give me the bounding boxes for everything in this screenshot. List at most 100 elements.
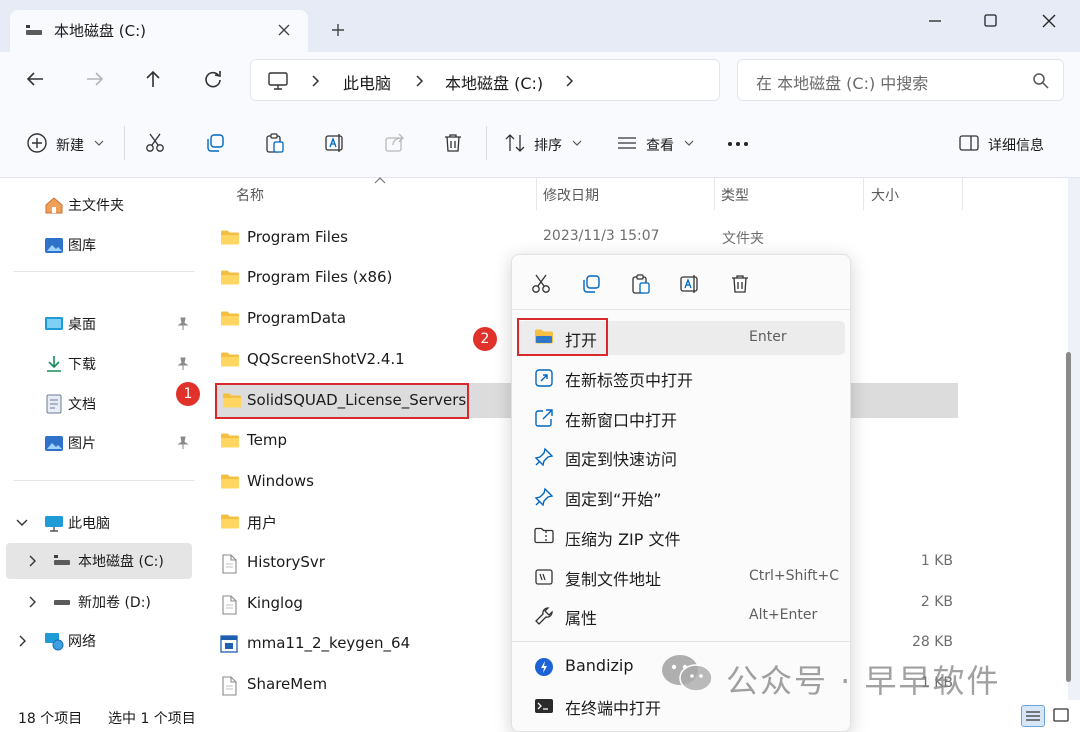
details-pane-button[interactable]: 详细信息 xyxy=(958,108,1058,178)
search-input[interactable]: 在 本地磁盘 (C:) 中搜索 xyxy=(737,59,1064,101)
menu-item-label: 属性 xyxy=(565,609,598,628)
sidebar-item-label: 主文件夹 xyxy=(68,198,124,214)
sidebar-item-this-pc[interactable]: 此电脑 xyxy=(0,505,198,541)
breadcrumb-local-disk[interactable]: 本地磁盘 (C:) xyxy=(445,70,543,94)
sidebar-divider xyxy=(14,271,194,272)
sort-button[interactable]: 排序 xyxy=(504,108,584,178)
sidebar-item-label: 此电脑 xyxy=(68,516,110,532)
drive-icon xyxy=(52,593,72,611)
column-header-size[interactable]: 大小 xyxy=(871,185,899,205)
menu-item-pin-start[interactable]: 固定到“开始” xyxy=(518,480,845,514)
copy-icon[interactable] xyxy=(204,132,226,154)
refresh-icon[interactable] xyxy=(202,68,224,90)
column-header-name[interactable]: 名称 xyxy=(236,185,264,205)
delete-icon[interactable] xyxy=(729,273,751,295)
share-icon[interactable] xyxy=(384,132,406,154)
chevron-right-icon[interactable] xyxy=(311,74,321,88)
copy-icon[interactable] xyxy=(580,273,602,295)
sidebar-item-network[interactable]: 网络 xyxy=(0,623,198,659)
new-label: 新建 xyxy=(56,138,84,154)
rename-icon[interactable] xyxy=(679,273,701,295)
download-icon xyxy=(44,354,64,374)
new-tab-icon[interactable] xyxy=(330,22,346,38)
sidebar-item-desktop[interactable]: 桌面 xyxy=(0,306,198,342)
new-button[interactable]: 新建 xyxy=(26,108,116,178)
back-arrow-icon[interactable] xyxy=(24,68,46,90)
table-row[interactable]: Program Files 2023/11/3 15:07 文件夹 xyxy=(216,219,958,257)
menu-item-label: 复制文件地址 xyxy=(565,570,662,589)
sidebar-item-local-disk[interactable]: 本地磁盘 (C:) xyxy=(6,543,192,579)
sidebar-item-documents[interactable]: 文档 xyxy=(0,386,198,422)
folder-icon xyxy=(220,310,240,327)
close-window-icon[interactable] xyxy=(1038,10,1060,32)
column-divider[interactable] xyxy=(714,178,715,210)
delete-icon[interactable] xyxy=(442,132,464,154)
vertical-scrollbar[interactable] xyxy=(1066,352,1071,682)
sidebar-item-gallery[interactable]: 图库 xyxy=(0,227,198,263)
file-name: 用户 xyxy=(247,514,278,532)
view-button[interactable]: 查看 xyxy=(616,108,696,178)
folder-icon xyxy=(220,513,240,530)
paste-icon[interactable] xyxy=(264,132,286,154)
pin-icon[interactable] xyxy=(176,436,190,450)
tab-local-disk[interactable]: 本地磁盘 (C:) xyxy=(10,10,308,52)
address-bar[interactable]: 此电脑 本地磁盘 (C:) xyxy=(250,59,720,101)
column-divider[interactable] xyxy=(863,178,864,210)
sidebar-item-downloads[interactable]: 下载 xyxy=(0,346,198,382)
up-arrow-icon[interactable] xyxy=(142,68,164,90)
sidebar-item-new-volume[interactable]: 新加卷 (D:) xyxy=(0,584,198,620)
sidebar-item-pictures[interactable]: 图片 xyxy=(0,425,198,461)
computer-icon xyxy=(267,70,289,92)
sidebar-divider xyxy=(14,480,194,481)
drive-icon xyxy=(52,552,72,570)
close-tab-icon[interactable] xyxy=(276,22,292,38)
sidebar-item-label: 图库 xyxy=(68,238,96,254)
menu-item-copy-path[interactable]: 复制文件地址 Ctrl+Shift+C xyxy=(518,560,845,594)
file-name: HistorySvr xyxy=(247,553,325,571)
maximize-icon[interactable] xyxy=(980,10,1002,32)
menu-item-properties[interactable]: 属性 Alt+Enter xyxy=(518,599,845,633)
more-options-icon[interactable] xyxy=(726,132,750,154)
menu-item-pin-quick-access[interactable]: 固定到快速访问 xyxy=(518,440,845,474)
copy-path-icon xyxy=(534,567,554,587)
sidebar-item-label: 桌面 xyxy=(68,317,96,333)
breadcrumb-this-pc[interactable]: 此电脑 xyxy=(343,70,391,94)
tiles-view-icon[interactable] xyxy=(1050,705,1074,727)
chevron-right-icon[interactable] xyxy=(565,74,575,88)
cut-icon[interactable] xyxy=(144,132,166,154)
forward-arrow-icon[interactable] xyxy=(84,68,106,90)
sidebar-item-home[interactable]: 主文件夹 xyxy=(0,187,198,223)
chevron-right-icon[interactable] xyxy=(28,596,38,608)
rename-icon[interactable] xyxy=(324,132,346,154)
details-pane-icon xyxy=(958,132,980,154)
open-new-window-icon xyxy=(534,408,554,428)
chevron-right-icon[interactable] xyxy=(18,635,28,647)
chevron-down-icon[interactable] xyxy=(16,518,28,528)
menu-item-compress-zip[interactable]: 压缩为 ZIP 文件 xyxy=(518,520,845,554)
pin-icon xyxy=(534,487,554,507)
details-view-icon[interactable] xyxy=(1021,705,1045,727)
column-divider[interactable] xyxy=(962,178,963,210)
search-icon[interactable] xyxy=(1032,72,1050,90)
menu-shortcut: Enter xyxy=(749,329,787,345)
chevron-right-icon[interactable] xyxy=(415,74,425,88)
paste-icon[interactable] xyxy=(630,273,652,295)
file-icon xyxy=(220,676,238,696)
file-name: mma11_2_keygen_64 xyxy=(247,634,411,652)
pin-icon[interactable] xyxy=(176,317,190,331)
gallery-icon xyxy=(44,235,64,255)
zip-folder-icon xyxy=(534,527,554,545)
menu-item-open-new-window[interactable]: 在新窗口中打开 xyxy=(518,401,845,435)
chevron-right-icon[interactable] xyxy=(28,555,38,567)
folder-icon xyxy=(220,269,240,286)
column-divider[interactable] xyxy=(536,178,537,210)
column-header-type[interactable]: 类型 xyxy=(721,185,749,205)
search-placeholder: 在 本地磁盘 (C:) 中搜索 xyxy=(756,74,929,93)
pin-icon[interactable] xyxy=(176,357,190,371)
minimize-icon[interactable] xyxy=(924,10,946,32)
tab-title: 本地磁盘 (C:) xyxy=(54,22,146,40)
cut-icon[interactable] xyxy=(530,273,552,295)
file-name: Program Files (x86) xyxy=(247,268,393,286)
menu-item-open-new-tab[interactable]: 在新标签页中打开 xyxy=(518,361,845,395)
column-header-date[interactable]: 修改日期 xyxy=(543,185,599,205)
